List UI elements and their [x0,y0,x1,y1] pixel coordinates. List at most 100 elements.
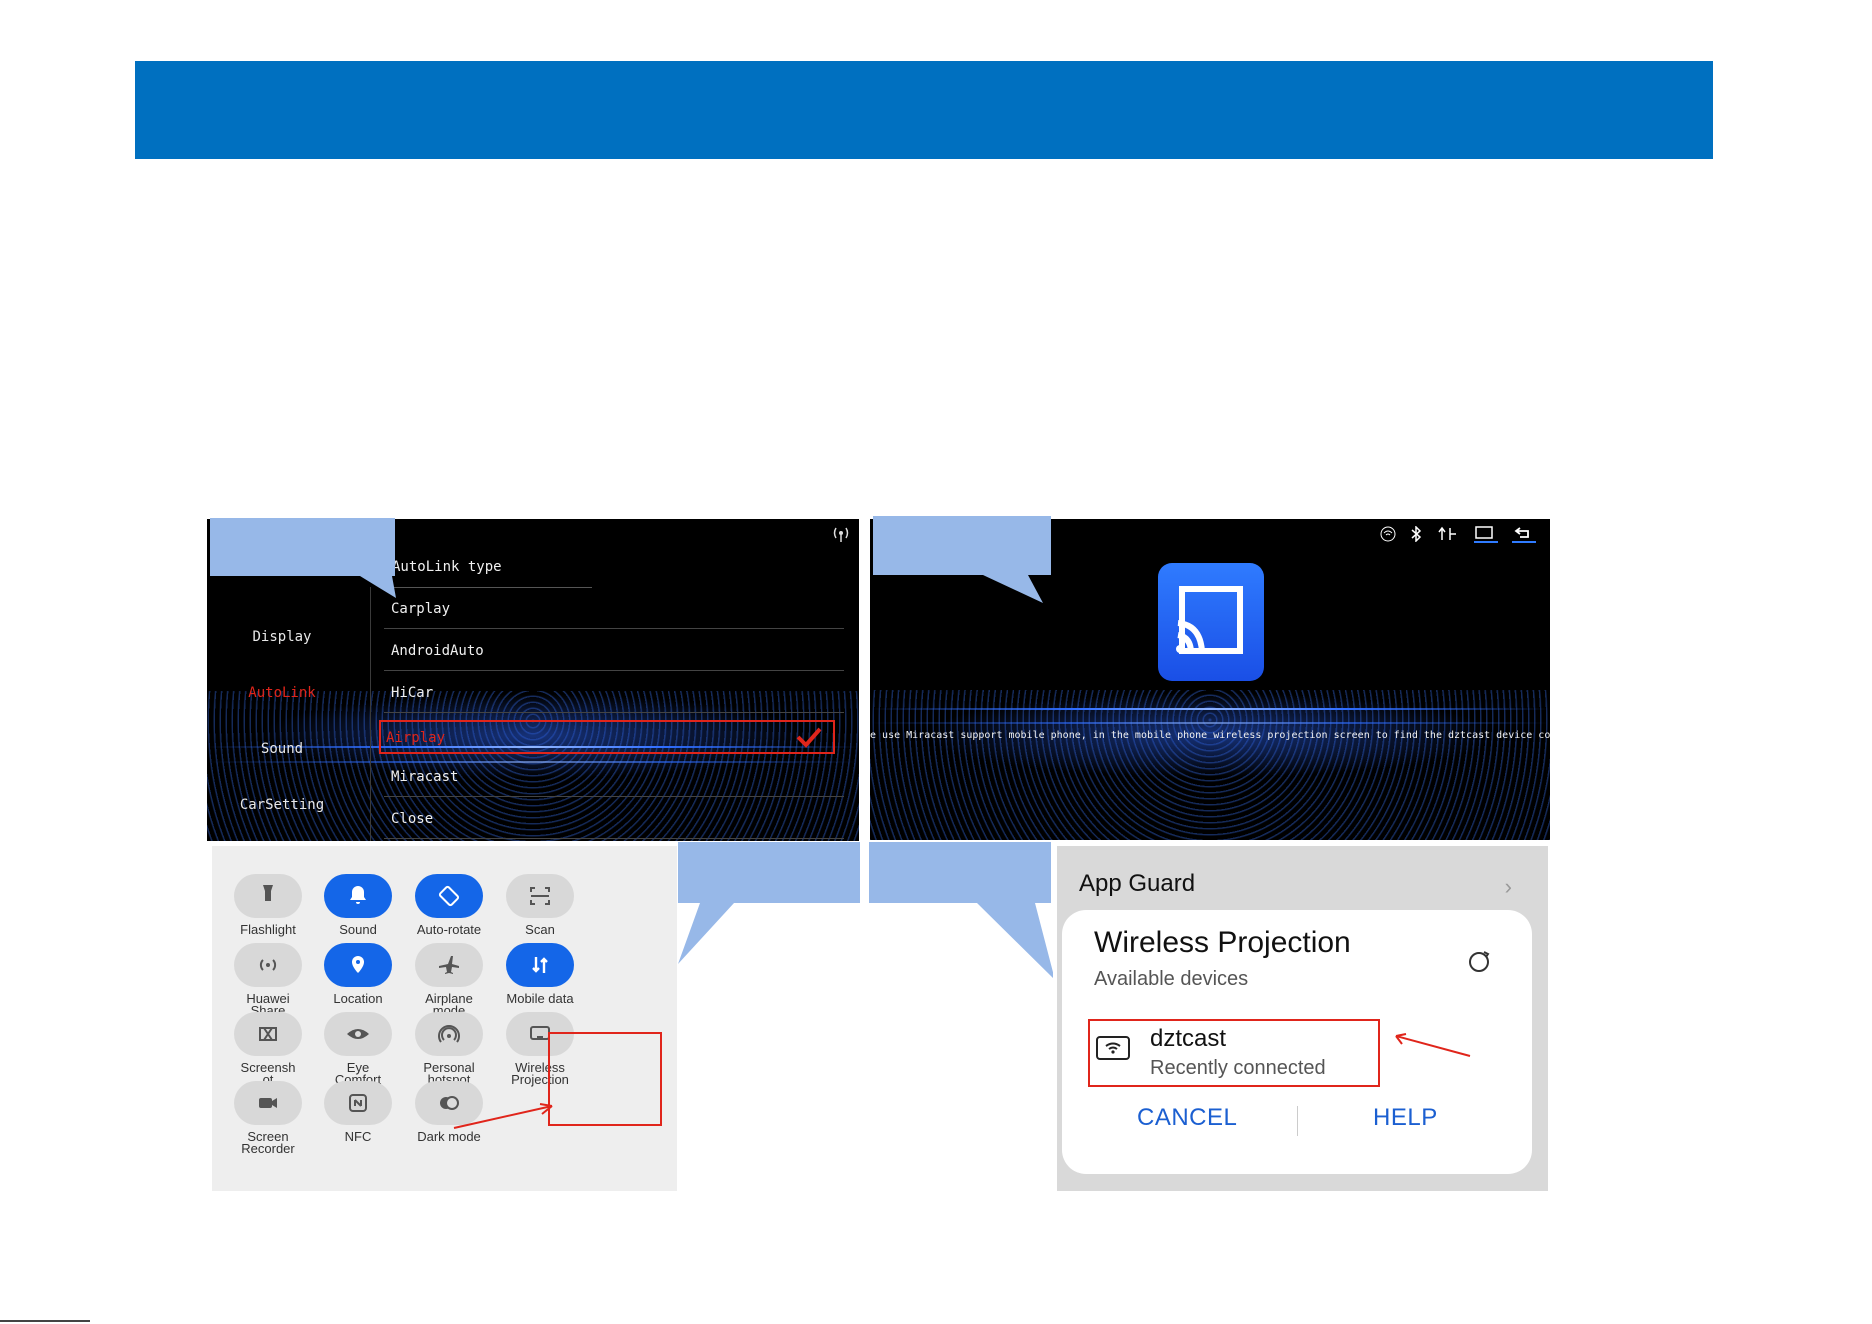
autolink-type-title: AutoLink type [392,559,502,575]
cast-app-icon[interactable] [1158,563,1264,681]
checkmark-icon [796,727,822,748]
option-label: AndroidAuto [391,643,484,659]
quick-tile-toggle[interactable] [415,1012,483,1056]
cast-icon [1176,586,1243,654]
bell-icon [350,886,366,904]
nfc-icon [349,1094,367,1112]
quick-tile-toggle[interactable] [324,1012,392,1056]
quick-tile-label: NFC [344,1129,372,1144]
option-androidauto[interactable]: AndroidAuto [384,631,844,671]
mobile-data-icon [532,957,548,973]
quick-tile-toggle[interactable] [506,943,574,987]
rotate-icon [438,885,460,907]
quick-tile-label: Flashlight [240,922,296,937]
quick-tile[interactable]: Eye Comfort [308,1012,408,1086]
sidebar-divider [370,587,371,841]
callout-box-1 [210,518,396,598]
quick-tile-label: Screen Recorder [241,1129,295,1156]
option-hicar[interactable]: HiCar [384,673,844,713]
quick-tile[interactable]: Screen Recorder [218,1081,318,1155]
bluetooth-icon [1411,526,1422,542]
quick-tile[interactable]: Scan [490,874,590,936]
screenshot-icon [259,1027,277,1041]
quick-tile[interactable]: Location [308,943,408,1005]
sidebar-item-carsetting[interactable]: CarSetting [207,797,357,813]
quick-tile-toggle[interactable] [324,874,392,918]
option-label: Airplay [386,730,446,746]
title-underline [384,587,592,588]
option-label: HiCar [391,685,434,701]
option-label: Close [391,811,434,827]
wireless-projection-screen: App Guard › Wireless Projection Availabl… [1057,846,1548,1191]
quick-tile-label: Mobile data [506,991,574,1006]
sidebar-item-sound[interactable]: Sound [207,741,357,757]
quick-tile-label: Dark mode [417,1129,481,1144]
footer-rule [0,1320,90,1322]
arrow-icon [453,1103,553,1129]
refresh-icon[interactable] [1466,948,1492,974]
quick-tile-toggle[interactable] [234,943,302,987]
device-status: Recently connected [1150,1057,1326,1079]
quick-tile-label: Scan [525,922,555,937]
callout-box-4 [869,842,1053,979]
wifi-icon [1380,526,1396,542]
quick-tile-label: Auto-rotate [416,922,482,937]
option-miracast[interactable]: Miracast [384,757,844,797]
hotspot-icon [438,1025,460,1043]
quick-tile[interactable]: Huawei Share [218,943,318,1017]
signal-icon [833,527,849,542]
quick-tile-toggle[interactable] [324,943,392,987]
airplane-icon [439,956,459,974]
quick-tile-label: Location [333,991,383,1006]
help-button[interactable]: HELP [1373,1104,1438,1132]
miracast-hint-text: se use Miracast support mobile phone, in… [870,730,1550,741]
dialog-title: Wireless Projection [1094,926,1351,959]
quick-tile-toggle[interactable] [415,943,483,987]
option-label: Miracast [391,769,459,785]
slide-header-bar [135,61,1713,159]
quick-tile[interactable]: Screensh ot [218,1012,318,1086]
sidebar-item-autolink[interactable]: AutoLink [207,685,357,701]
callout-box-3 [678,842,860,964]
quick-tile[interactable]: Sound [308,874,408,936]
device-item-dztcast[interactable]: dztcast Recently connected [1088,1019,1380,1087]
quick-tile-toggle[interactable] [415,874,483,918]
phone-quick-settings: Flashlight Sound Auto-rotate Scan Huawei Sha… [212,846,677,1191]
sidebar-item-display[interactable]: Display [207,629,357,645]
quick-tile-toggle[interactable] [324,1081,392,1125]
quick-tile-toggle[interactable] [506,874,574,918]
status-bar [1380,525,1536,543]
quick-tile-toggle[interactable] [234,1081,302,1125]
quick-tile[interactable]: Airplane mode [399,943,499,1017]
quick-tile[interactable]: NFC [308,1081,408,1143]
cancel-button[interactable]: CANCEL [1137,1104,1237,1132]
wireless-projection-highlight [548,1032,662,1126]
quick-tile-toggle[interactable] [234,874,302,918]
quick-tile[interactable]: Flashlight [218,874,318,936]
quick-tile[interactable]: Personal hotspot [399,1012,499,1086]
chevron-right-icon: › [1504,874,1512,899]
back-icon[interactable] [1512,525,1536,543]
usb-icon [1438,526,1456,540]
recorder-icon [259,1098,277,1108]
flashlight-icon [263,885,273,901]
quick-tile-label: Sound [339,922,377,937]
screen-icon[interactable] [1474,525,1498,543]
tv-cast-icon [1096,1036,1130,1060]
callout-box-2 [873,516,1051,603]
wave-background [870,690,1550,840]
button-divider [1297,1106,1298,1136]
option-close[interactable]: Close [384,799,844,839]
app-guard-item[interactable]: App Guard [1079,870,1195,898]
quick-tile-toggle[interactable] [234,1012,302,1056]
eye-icon [347,1029,369,1039]
device-name: dztcast [1150,1025,1227,1052]
quick-tile[interactable]: Auto-rotate [399,874,499,936]
quick-tile[interactable]: Mobile data [490,943,590,1005]
option-airplay[interactable]: Airplay [379,720,835,754]
arrow-icon [1395,1033,1471,1057]
scan-icon [530,887,550,905]
option-carplay[interactable]: Carplay [384,589,844,629]
dialog-subtitle: Available devices [1094,968,1249,990]
location-icon [352,956,364,973]
